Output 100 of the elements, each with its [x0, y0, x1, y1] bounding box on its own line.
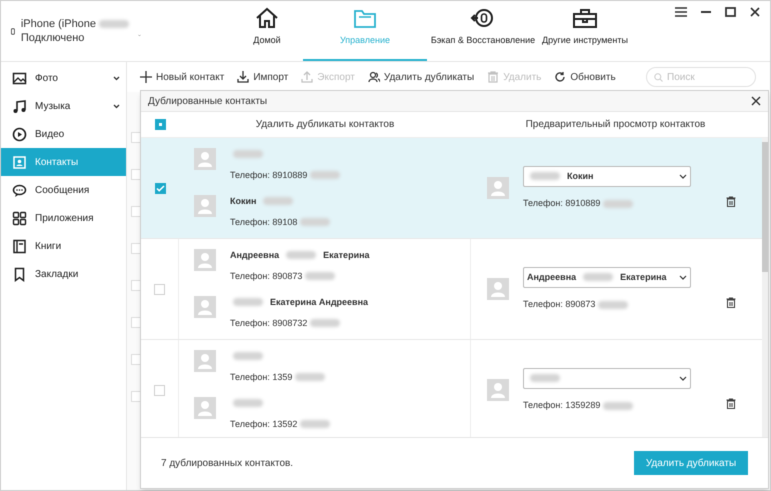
group-checkbox[interactable]: [154, 384, 165, 396]
redaction-mark: [286, 251, 316, 259]
plus-icon: [140, 71, 152, 83]
music-note-icon: [12, 98, 27, 114]
redaction-mark: [310, 171, 340, 179]
close-icon[interactable]: [750, 7, 760, 17]
download-icon: [237, 71, 250, 83]
sidebar-item[interactable]: Приложения: [1, 204, 126, 232]
contact-name: Екатерина: [323, 249, 370, 261]
avatar-icon: [194, 249, 216, 271]
close-icon[interactable]: [751, 96, 761, 106]
redaction-mark: [233, 352, 263, 360]
house-icon: [254, 6, 280, 30]
contact-name: Андреевна: [230, 249, 280, 261]
redaction-mark: [233, 399, 263, 407]
redaction-mark: [310, 319, 340, 327]
trash-icon[interactable]: [726, 398, 736, 408]
device-name: iPhone (iPhone: [20, 17, 96, 31]
maximize-icon[interactable]: [725, 7, 736, 17]
redaction-mark: [530, 172, 560, 180]
trash-icon[interactable]: [726, 296, 736, 308]
chevron-down-icon: [679, 174, 687, 179]
search-field[interactable]: Поиск: [646, 67, 756, 87]
sidebar-item[interactable]: Закладки: [1, 260, 126, 288]
toolbar-button[interactable]: Удалить дубликаты: [368, 70, 474, 84]
redaction-mark: [233, 298, 263, 306]
duplicate-group[interactable]: Телефон: 8910889 Кокин Телефон: 89108 Кокин Телефон: 8910889: [141, 138, 762, 239]
contact-dropdown[interactable]: [523, 368, 691, 389]
contact-name: Кокин: [230, 195, 256, 207]
redaction-mark: [295, 373, 326, 381]
contact-phone: Телефон: 890873: [230, 270, 302, 282]
contact-dropdown[interactable]: Андреевна Екатерина: [523, 266, 691, 288]
sidebar-item[interactable]: Фото: [1, 64, 126, 92]
redaction-mark: [603, 402, 634, 410]
group-checkbox[interactable]: [154, 182, 166, 194]
duplicates-summary: 7 дублированных контактов.: [161, 456, 294, 470]
avatar-icon: [194, 296, 216, 318]
refresh-icon: [554, 71, 566, 83]
chevron-down-icon: [679, 376, 687, 381]
redaction-mark: [99, 20, 130, 28]
contact-card-icon: [12, 154, 27, 170]
trash-icon: [487, 71, 500, 83]
bookmark-icon: [12, 266, 27, 282]
image-icon: [12, 70, 27, 86]
redaction-mark: [530, 374, 560, 382]
redaction-mark: [300, 218, 330, 226]
minimize-icon[interactable]: [701, 11, 711, 13]
sidebar-item[interactable]: Музыка: [1, 92, 126, 120]
trash-icon[interactable]: [726, 196, 736, 206]
contact-phone: Телефон: 8910889: [523, 196, 600, 210]
group-checkbox[interactable]: [154, 284, 165, 294]
contact-phone: Телефон: 13592: [230, 418, 298, 430]
chevron-down-icon[interactable]: [113, 76, 120, 80]
play-circle-icon: [12, 126, 27, 142]
avatar-icon: [194, 397, 216, 419]
column-header: Предварительный просмотр контактов: [526, 118, 706, 132]
book-icon: [12, 238, 27, 254]
avatar-icon: [194, 350, 216, 372]
avatar-icon: [487, 278, 509, 300]
redaction-mark: [305, 272, 336, 280]
nav-tab[interactable]: Другие инструменты: [539, 1, 631, 61]
toolbar-button[interactable]: Импорт: [237, 70, 288, 84]
avatar-icon: [194, 195, 216, 217]
toolbar-button[interactable]: Обновить: [554, 70, 616, 84]
sidebar-item[interactable]: Видео: [1, 120, 126, 148]
select-all-checkbox[interactable]: [154, 119, 166, 130]
redaction-mark: [300, 420, 330, 428]
chat-bubble-icon: [12, 182, 27, 198]
column-header: Удалить дубликаты контактов: [256, 118, 394, 132]
redaction-mark: [583, 273, 614, 282]
scrollbar-thumb[interactable]: [762, 142, 768, 272]
chevron-down-icon[interactable]: [113, 104, 120, 108]
avatar-icon: [487, 379, 509, 401]
connection-status: Подключено: [20, 31, 86, 45]
nav-tab[interactable]: Бэкап & Восстановление: [427, 1, 539, 61]
redaction-mark: [603, 200, 634, 208]
redaction-mark: [233, 150, 263, 158]
contact-phone: Телефон: 890873: [523, 298, 596, 311]
contact-phone: Телефон: 8908732: [230, 317, 308, 329]
redaction-mark: [598, 300, 628, 308]
chevron-down-icon: [679, 274, 687, 280]
contact-phone: Телефон: 89108: [230, 216, 298, 228]
contact-phone: Телефон: 8910889: [230, 169, 308, 181]
avatar-icon: [487, 177, 509, 199]
contact-name: Екатерина Андреевна: [270, 296, 368, 308]
avatar-icon: [194, 148, 216, 170]
sidebar-item[interactable]: Книги: [1, 232, 126, 260]
menu-icon[interactable]: [675, 7, 687, 17]
apps-grid-icon: [12, 210, 27, 226]
upload-icon: [301, 71, 314, 83]
contact-dropdown[interactable]: Кокин: [523, 166, 691, 187]
duplicate-group[interactable]: Андреевна Екатерина Телефон: 890873 Екатерина Андреевна Телефон: 8908732 Андреевна Екатерина Телефон: 890873: [141, 239, 762, 340]
nav-tab[interactable]: Домой: [231, 1, 303, 61]
contact-phone: Телефон: 1359289: [523, 398, 600, 412]
sidebar-item[interactable]: Сообщения: [1, 176, 126, 204]
contact-phone: Телефон: 1359: [230, 371, 292, 383]
redaction-mark: [263, 197, 294, 205]
people-icon: [368, 71, 380, 83]
toolbar-button[interactable]: Новый контакт: [140, 70, 224, 84]
search-icon: [654, 73, 663, 82]
